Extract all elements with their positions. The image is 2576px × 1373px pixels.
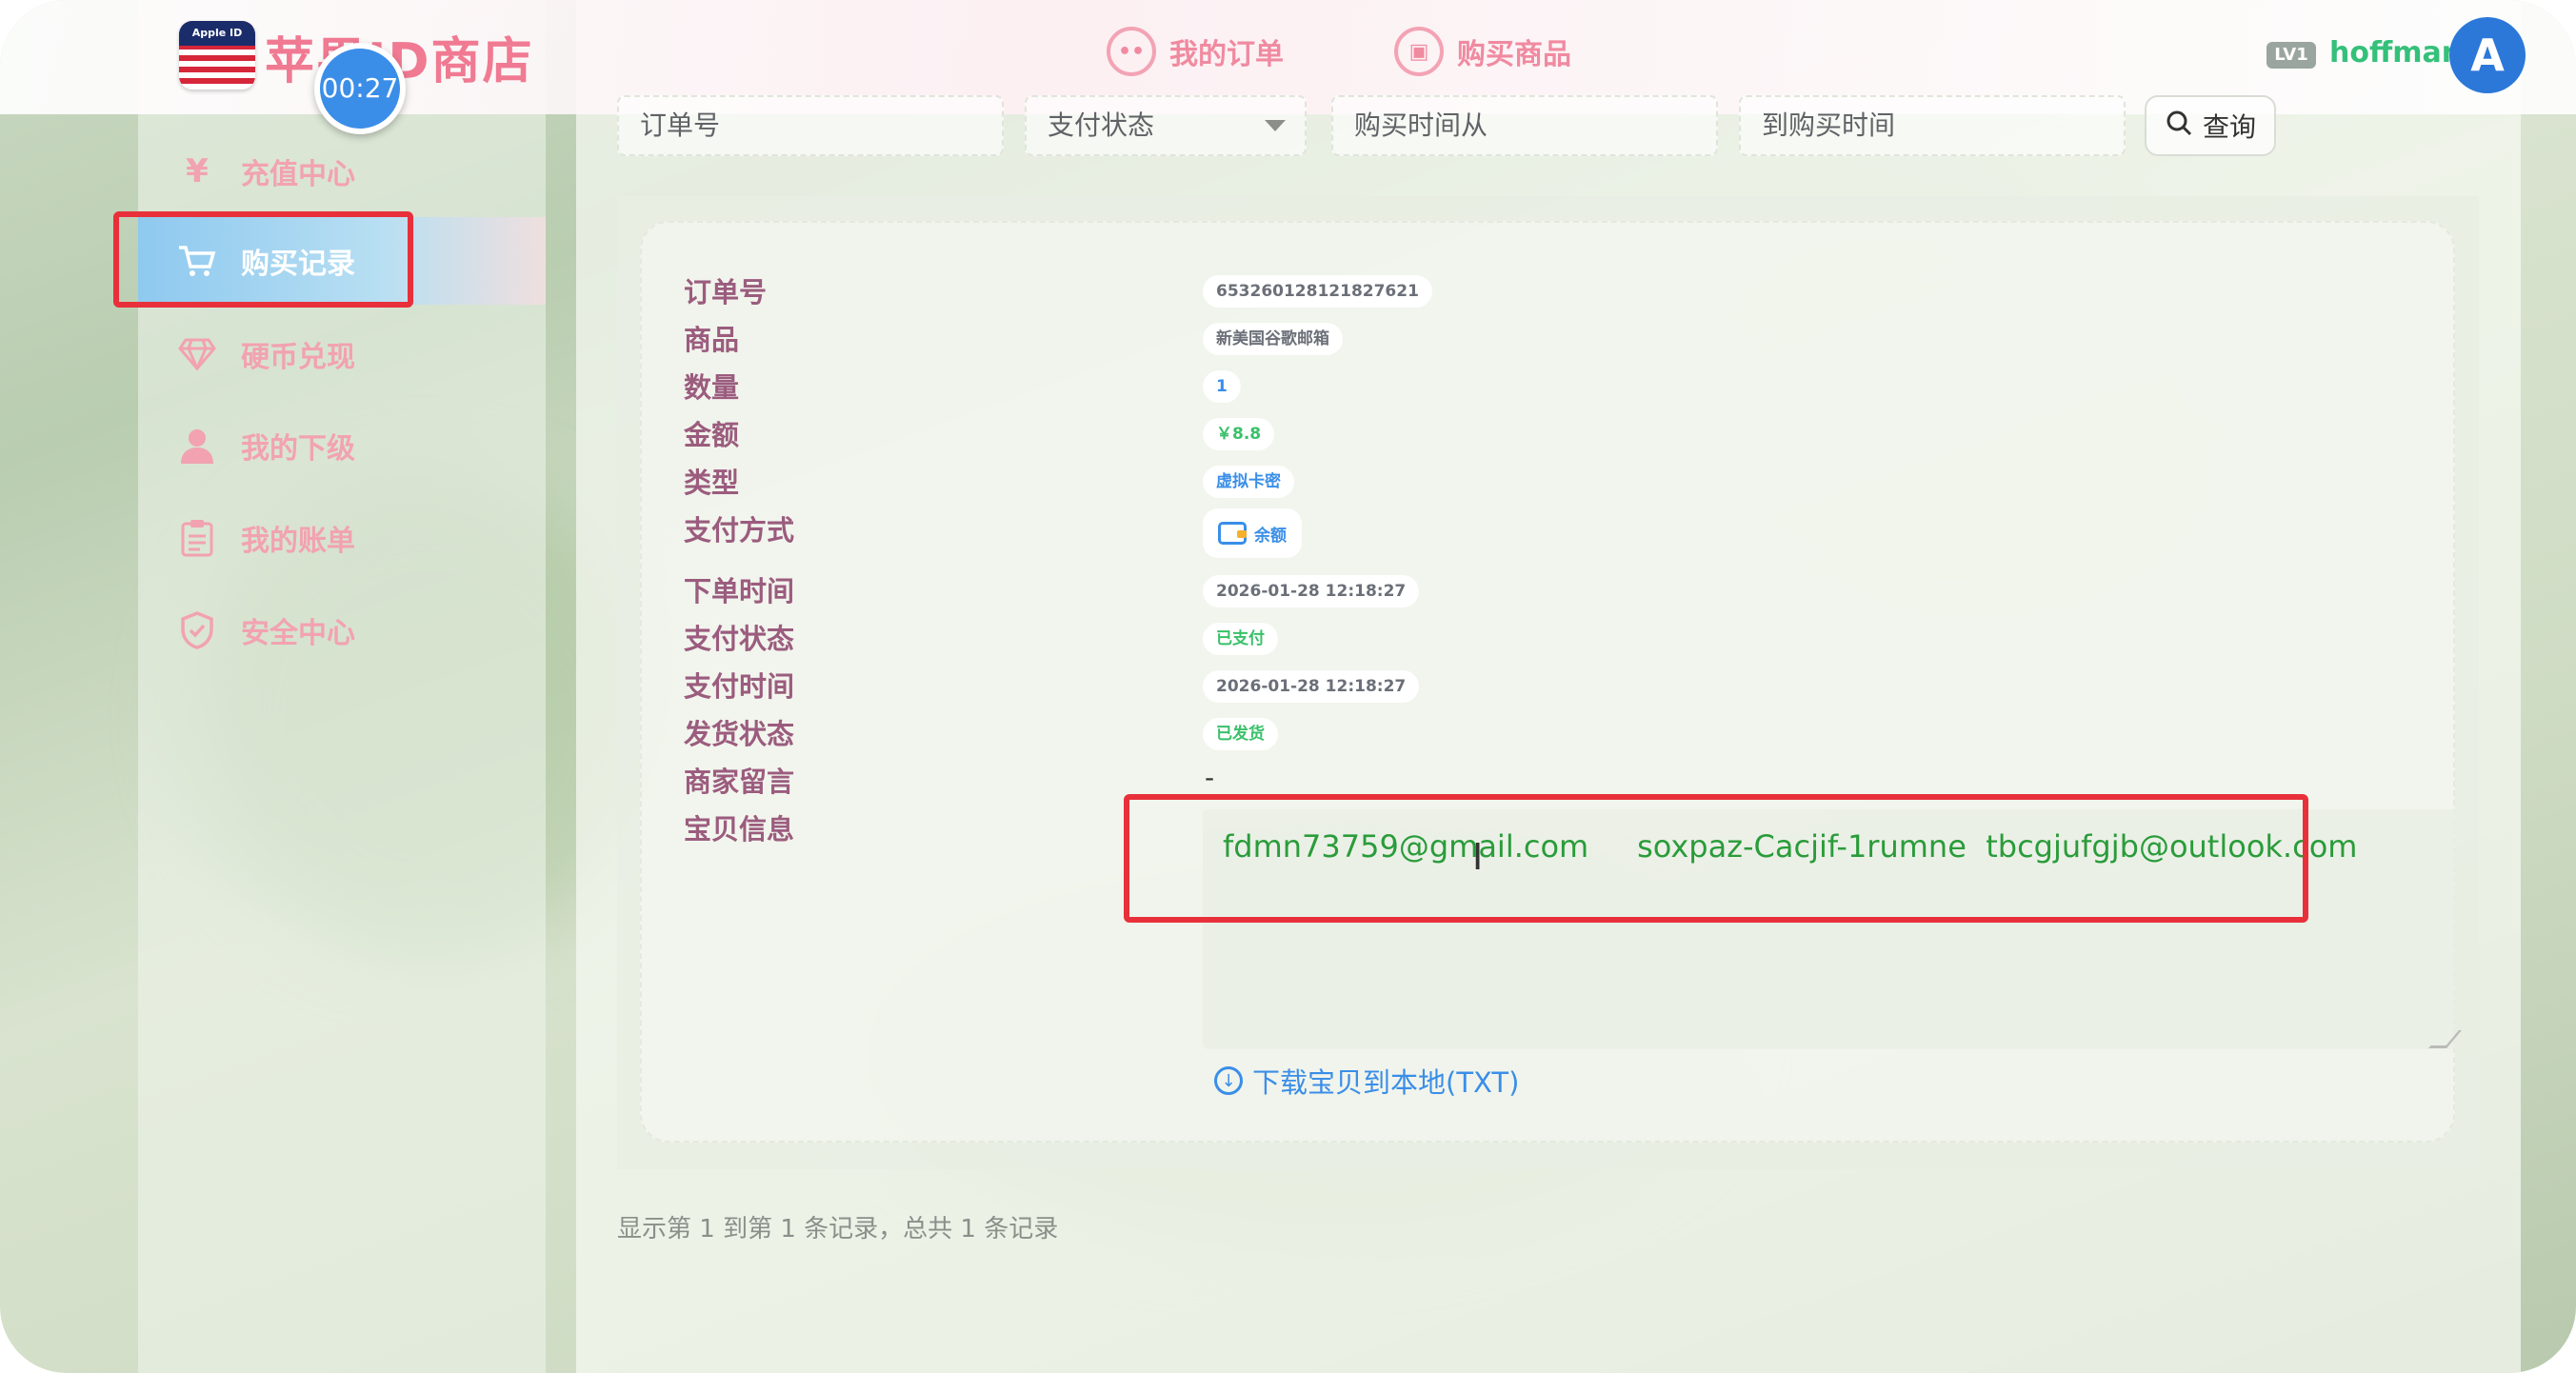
label-merchant-note: 商家留言 xyxy=(684,766,795,798)
label-pay-method: 支付方式 xyxy=(684,514,795,547)
search-icon xyxy=(2165,109,2193,144)
label-pay-time: 支付时间 xyxy=(684,670,795,703)
sidebar-item-label: 充值中心 xyxy=(241,158,355,191)
pay-status-select-label: 支付状态 xyxy=(1048,109,1155,141)
username[interactable]: hoffman xyxy=(2329,36,2462,70)
purchase-time-from-input[interactable]: 购买时间从 xyxy=(1331,95,1718,156)
value-quantity: 1 xyxy=(1203,370,1241,403)
nav-label: 我的订单 xyxy=(1169,38,1284,71)
shield-icon xyxy=(176,609,218,651)
sidebar-item-recharge[interactable]: ¥ 充值中心 xyxy=(176,150,355,192)
value-merchant-note: - xyxy=(1205,762,1215,793)
sidebar-item-label: 我的下级 xyxy=(241,432,355,466)
countdown-timer: 00:27 xyxy=(314,43,406,134)
download-txt-link[interactable]: ↓ 下载宝贝到本地(TXT) xyxy=(1214,1061,1519,1101)
value-order-no: 653260128121827621 xyxy=(1203,275,1432,308)
label-type: 类型 xyxy=(684,467,740,499)
chevron-down-icon xyxy=(1265,120,1286,131)
sidebar-item-subordinates[interactable]: 我的下级 xyxy=(176,425,355,467)
download-icon: ↓ xyxy=(1214,1066,1243,1095)
sidebar-item-bills[interactable]: 我的账单 xyxy=(176,517,355,559)
nav-label: 购买商品 xyxy=(1457,38,1571,71)
pagination-summary: 显示第 1 到第 1 条记录，总共 1 条记录 xyxy=(617,1215,1059,1244)
value-ship-status: 已发货 xyxy=(1203,718,1278,750)
yen-icon: ¥ xyxy=(186,152,209,190)
sidebar-item-coin-exchange[interactable]: 硬币兑现 xyxy=(176,333,355,375)
nav-my-orders[interactable]: •• 我的订单 xyxy=(1107,27,1284,76)
user-icon xyxy=(176,425,218,467)
value-pay-status: 已支付 xyxy=(1203,623,1278,655)
highlight-box-sidebar xyxy=(113,211,413,308)
purchase-time-to-input[interactable]: 到购买时间 xyxy=(1739,95,2126,156)
download-link-label: 下载宝贝到本地(TXT) xyxy=(1252,1066,1520,1099)
pay-method-label: 余额 xyxy=(1254,526,1287,546)
label-ship-status: 发货状态 xyxy=(684,718,795,750)
chat-icon: •• xyxy=(1107,27,1156,76)
label-item-info: 宝贝信息 xyxy=(684,813,795,846)
value-pay-time: 2026-01-28 12:18:27 xyxy=(1203,670,1420,703)
query-button[interactable]: 查询 xyxy=(2145,95,2276,156)
value-product: 新美国谷歌邮箱 xyxy=(1203,323,1343,355)
query-button-label: 查询 xyxy=(2202,111,2256,143)
avatar[interactable]: A xyxy=(2449,17,2526,93)
value-amount: ￥8.8 xyxy=(1203,418,1275,450)
label-product: 商品 xyxy=(684,324,740,356)
sidebar-item-label: 硬币兑现 xyxy=(241,341,355,374)
diamond-icon xyxy=(176,333,218,375)
sidebar-item-label: 安全中心 xyxy=(241,617,355,650)
nav-buy-products[interactable]: ▣ 购买商品 xyxy=(1394,27,1571,76)
flag-logo: Apple ID xyxy=(179,21,255,90)
wallet-icon xyxy=(1218,522,1247,545)
label-order-time: 下单时间 xyxy=(684,575,795,607)
sidebar-item-security[interactable]: 安全中心 xyxy=(176,609,355,651)
level-badge: LV1 xyxy=(2266,42,2316,69)
value-type: 虚拟卡密 xyxy=(1203,466,1294,498)
app-window: ¥ 充值中心 购买记录 硬币兑现 我的下级 我的账单 安全中心 Apple ID… xyxy=(0,0,2576,1373)
flag-caption: Apple ID xyxy=(179,21,255,46)
label-pay-status: 支付状态 xyxy=(684,623,795,655)
sidebar xyxy=(138,0,546,1373)
label-amount: 金额 xyxy=(684,419,740,451)
bag-icon: ▣ xyxy=(1394,27,1444,76)
label-quantity: 数量 xyxy=(684,371,740,404)
pay-status-select[interactable]: 支付状态 xyxy=(1025,95,1307,156)
sidebar-item-label: 我的账单 xyxy=(241,525,355,558)
order-number-input[interactable]: 订单号 xyxy=(617,95,1004,156)
value-order-time: 2026-01-28 12:18:27 xyxy=(1203,575,1420,607)
value-pay-method: 余额 xyxy=(1203,508,1302,558)
label-order-no: 订单号 xyxy=(684,276,768,308)
clipboard-icon xyxy=(176,517,218,559)
highlight-box-item-info xyxy=(1124,794,2308,923)
